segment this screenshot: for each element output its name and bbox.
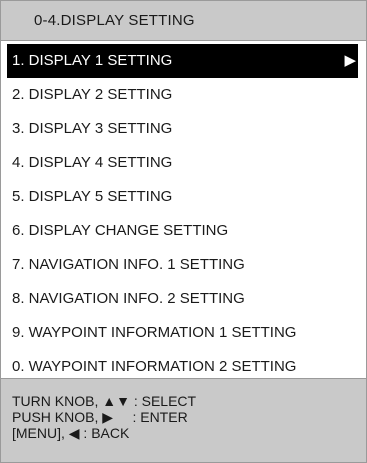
display-setting-menu-window: 0-4.DISPLAY SETTING 1. DISPLAY 1 SETTING… [0,0,367,463]
menu-item-label: 8. NAVIGATION INFO. 2 SETTING [12,290,245,307]
menu-item-label: 0. WAYPOINT INFORMATION 2 SETTING [12,358,297,375]
menu-title: 0-4.DISPLAY SETTING [34,12,195,29]
menu-item-display-4-setting[interactable]: 4. DISPLAY 4 SETTING [1,146,366,180]
help-select-line: TURN KNOB, ▲▼ : SELECT [12,393,197,409]
menu-item-label: 2. DISPLAY 2 SETTING [12,86,173,103]
menu-item-display-3-setting[interactable]: 3. DISPLAY 3 SETTING [1,112,366,146]
help-enter-line: PUSH KNOB, ▶ : ENTER [12,409,188,425]
menu-item-navigation-info-1-setting[interactable]: 7. NAVIGATION INFO. 1 SETTING [1,248,366,282]
menu-item-label: 7. NAVIGATION INFO. 1 SETTING [12,256,245,273]
menu-item-label: 3. DISPLAY 3 SETTING [12,120,173,137]
title-bar: 0-4.DISPLAY SETTING [1,1,366,41]
help-bar: TURN KNOB, ▲▼ : SELECT PUSH KNOB, ▶ : EN… [1,378,366,462]
menu-item-display-change-setting[interactable]: 6. DISPLAY CHANGE SETTING [1,214,366,248]
menu-item-label: 5. DISPLAY 5 SETTING [12,188,173,205]
menu-list: 1. DISPLAY 1 SETTING ▶ 2. DISPLAY 2 SETT… [1,44,366,384]
menu-item-display-5-setting[interactable]: 5. DISPLAY 5 SETTING [1,180,366,214]
enter-arrow-icon: ▶ [344,52,356,69]
menu-item-waypoint-information-1-setting[interactable]: 9. WAYPOINT INFORMATION 1 SETTING [1,316,366,350]
menu-item-label: 9. WAYPOINT INFORMATION 1 SETTING [12,324,297,341]
menu-item-display-2-setting[interactable]: 2. DISPLAY 2 SETTING [1,78,366,112]
menu-item-display-1-setting[interactable]: 1. DISPLAY 1 SETTING ▶ [7,44,358,78]
menu-item-label: 6. DISPLAY CHANGE SETTING [12,222,229,239]
menu-item-label: 1. DISPLAY 1 SETTING [12,52,173,69]
help-back-line: [MENU], ◀ : BACK [12,425,130,441]
menu-item-label: 4. DISPLAY 4 SETTING [12,154,173,171]
menu-item-navigation-info-2-setting[interactable]: 8. NAVIGATION INFO. 2 SETTING [1,282,366,316]
